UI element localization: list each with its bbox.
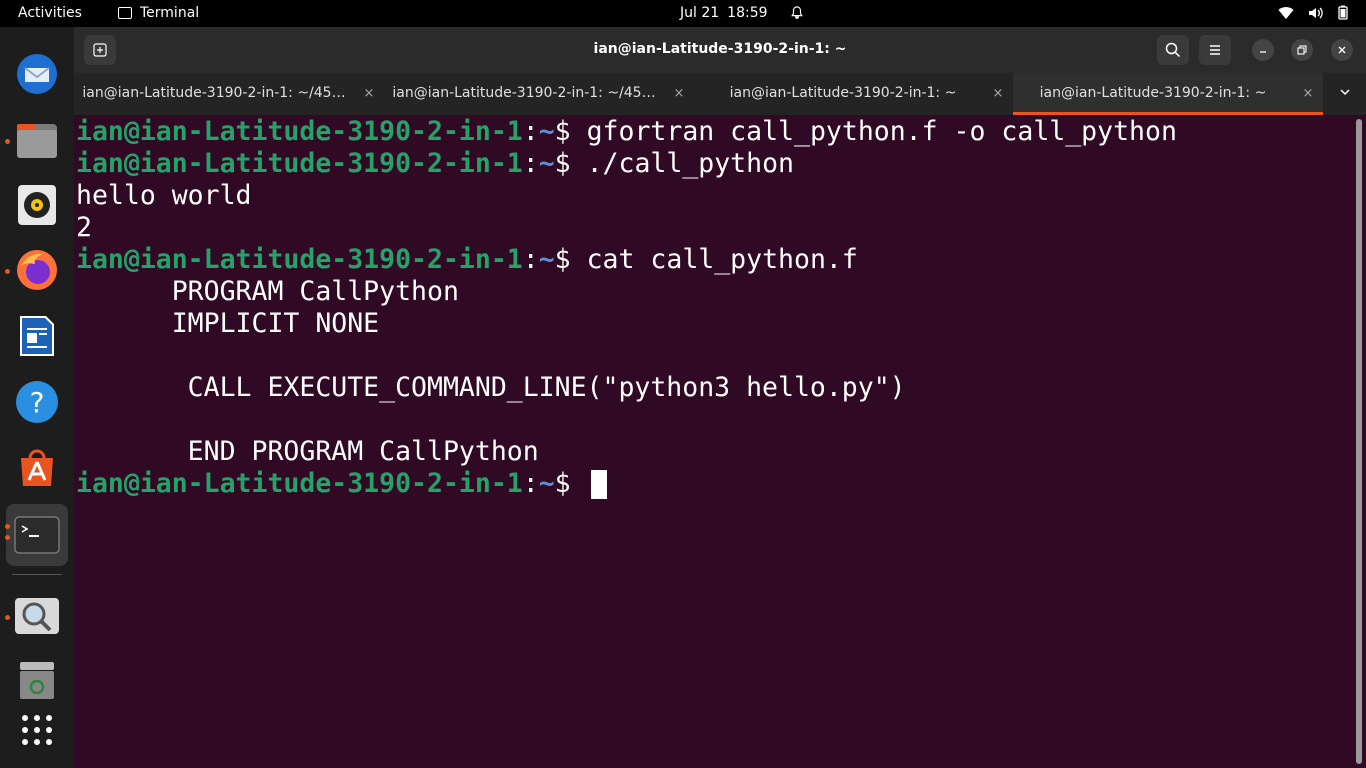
prompt-dollar: $ [554,116,587,147]
prompt-line: ian@ian-Latitude-3190-2-in-1:~$ ./call_p… [76,148,794,180]
prompt-path: ~ [538,116,555,147]
close-icon [1338,46,1346,54]
dock-trash[interactable] [14,657,60,703]
dock-terminal[interactable] [6,504,68,566]
disk-usage-icon [15,598,59,634]
svg-text:?: ? [30,386,45,419]
close-window-button[interactable] [1331,39,1353,61]
app-menu[interactable]: Terminal [118,5,199,21]
prompt-dollar: $ [554,468,587,499]
prompt-dollar: $ [554,244,587,275]
terminal-icon [118,7,132,19]
trash-icon [20,662,54,699]
terminal-output[interactable]: ian@ian-Latitude-3190-2-in-1:~$ gfortran… [76,115,1352,768]
tab-bar: ian@ian-Latitude-3190-2-in-1: ~/45… × ia… [74,73,1366,115]
output-line: hello world [76,180,252,211]
restore-icon [1297,45,1307,55]
dock-writer[interactable] [14,313,60,359]
battery-icon [1338,5,1348,20]
terminal-icon [14,516,60,554]
tab-close-button[interactable]: × [1299,84,1317,102]
minimize-button[interactable] [1252,39,1274,61]
output-line: END PROGRAM CallPython [76,436,539,467]
dock-thunderbird[interactable] [14,51,60,97]
dock-app-center[interactable] [14,445,60,491]
activities-button[interactable]: Activities [18,5,82,21]
prompt-dollar: $ [554,148,587,179]
prompt-path: ~ [538,468,555,499]
dock-files[interactable] [14,117,60,163]
prompt-line: ian@ian-Latitude-3190-2-in-1:~$ gfortran… [76,116,1177,148]
system-status[interactable] [1278,5,1348,20]
tab-label: ian@ian-Latitude-3190-2-in-1: ~ [1039,85,1267,101]
tab-1[interactable]: ian@ian-Latitude-3190-2-in-1: ~/45… × [74,73,384,115]
dock-firefox[interactable] [14,247,60,293]
tab-label: ian@ian-Latitude-3190-2-in-1: ~/45… [82,85,346,101]
firefox-icon [17,250,57,290]
prompt-user: ian@ian-Latitude-3190-2-in-1 [76,468,523,499]
app-center-icon [21,449,53,486]
hamburger-icon [1210,45,1220,55]
command-text: ./call_python [586,148,795,179]
wifi-icon [1278,6,1294,19]
tab-close-button[interactable]: × [989,84,1007,102]
volume-icon [1309,7,1323,18]
top-bar: Activities Terminal Jul 21 18:59 [0,0,1366,27]
search-icon [1165,42,1181,58]
tab-close-button[interactable]: × [360,84,378,102]
tab-label: ian@ian-Latitude-3190-2-in-1: ~/45… [392,85,656,101]
prompt-separator: : [522,148,539,179]
tab-2[interactable]: ian@ian-Latitude-3190-2-in-1: ~/45… × [384,73,694,115]
time-label: 18:59 [727,5,768,21]
output-line: 2 [76,212,92,243]
command-text: cat call_python.f [586,244,858,275]
output-line: CALL EXECUTE_COMMAND_LINE("python3 hello… [76,372,906,403]
prompt-path: ~ [538,244,555,275]
libreoffice-writer-icon [20,316,54,356]
dock-disk-usage[interactable] [14,593,60,639]
prompt-user: ian@ian-Latitude-3190-2-in-1 [76,116,523,147]
prompt-user: ian@ian-Latitude-3190-2-in-1 [76,148,523,179]
tab-close-button[interactable]: × [670,84,688,102]
prompt-separator: : [522,468,539,499]
prompt-user: ian@ian-Latitude-3190-2-in-1 [76,244,523,275]
tab-overflow-button[interactable] [1338,85,1352,103]
tab-4-active[interactable]: ian@ian-Latitude-3190-2-in-1: ~ × [1013,73,1323,115]
dock: ? [0,27,74,768]
output-line: PROGRAM CallPython [76,276,459,307]
chevron-down-icon [1340,89,1350,96]
tab-label: ian@ian-Latitude-3190-2-in-1: ~ [729,85,957,101]
app-menu-label: Terminal [140,5,200,21]
show-apps-icon [22,715,52,745]
date-label: Jul 21 [680,5,720,21]
maximize-button[interactable] [1291,39,1313,61]
command-text: gfortran call_python.f -o call_python [586,116,1177,147]
dock-help[interactable]: ? [14,379,60,425]
prompt-separator: : [522,116,539,147]
search-button[interactable] [1157,35,1189,65]
files-icon [17,124,57,158]
help-icon: ? [16,381,58,423]
prompt-line: ian@ian-Latitude-3190-2-in-1:~$ cat call… [76,244,858,276]
rhythmbox-icon [18,185,56,225]
prompt-line: ian@ian-Latitude-3190-2-in-1:~$ [76,468,607,500]
prompt-path: ~ [538,148,555,179]
scrollbar[interactable] [1356,119,1362,764]
bell-icon [790,6,803,19]
menu-button[interactable] [1199,35,1231,65]
tab-3[interactable]: ian@ian-Latitude-3190-2-in-1: ~ × [703,73,1013,115]
prompt-separator: : [522,244,539,275]
header-bar: ian@ian-Latitude-3190-2-in-1: ~ [74,27,1366,73]
output-line: IMPLICIT NONE [76,308,380,339]
minimize-icon [1260,51,1266,53]
terminal-window: ian@ian-Latitude-3190-2-in-1: ~ ian@ian-… [74,27,1366,768]
clock[interactable]: Jul 21 18:59 [680,5,804,21]
text-cursor [590,470,607,499]
dock-show-apps[interactable] [14,707,60,753]
thunderbird-icon [17,54,57,94]
dock-rhythmbox[interactable] [14,182,60,228]
